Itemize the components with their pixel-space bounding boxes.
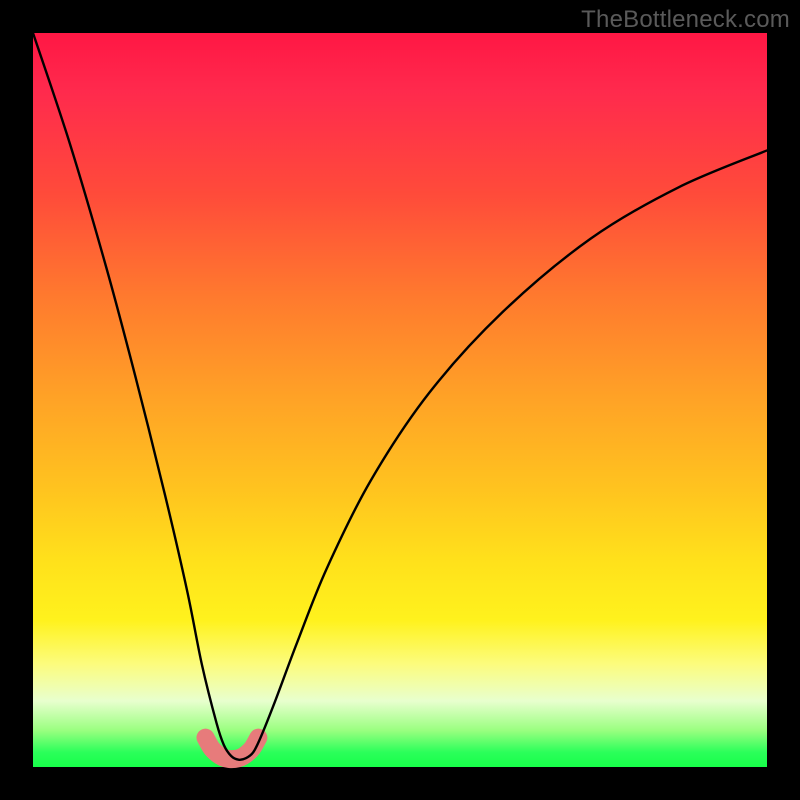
main-curve-series <box>33 33 767 760</box>
plot-area <box>33 33 767 767</box>
chart-frame: TheBottleneck.com <box>0 0 800 800</box>
chart-svg <box>33 33 767 767</box>
watermark-text: TheBottleneck.com <box>581 6 790 34</box>
